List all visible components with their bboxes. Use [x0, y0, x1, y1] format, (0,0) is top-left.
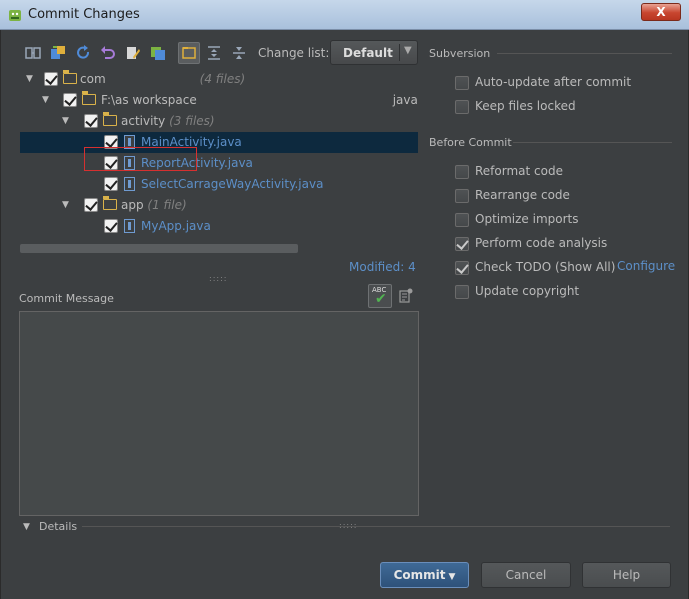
- tree-row-file[interactable]: MyApp.java: [20, 216, 418, 237]
- chevron-down-icon: ▼: [448, 572, 456, 582]
- tree-checkbox[interactable]: [44, 72, 58, 86]
- tree-label: app: [121, 198, 144, 212]
- option-label: Optimize imports: [475, 212, 579, 226]
- file-count: (1 file): [147, 198, 187, 212]
- java-file-icon: [124, 177, 135, 191]
- section-separator: [497, 53, 672, 54]
- edit-icon[interactable]: [124, 44, 142, 62]
- tree-row-file-selected[interactable]: MainActivity.java: [20, 132, 418, 153]
- commit-message-label: Commit Message: [19, 292, 114, 305]
- tree-checkbox[interactable]: [84, 114, 98, 128]
- subversion-section-title: Subversion: [429, 47, 491, 60]
- folder-icon: [103, 196, 117, 210]
- option-label: Auto-update after commit: [475, 75, 632, 89]
- file-count: (3 files): [169, 114, 215, 128]
- changelist-dropdown[interactable]: Default ▼: [330, 40, 418, 65]
- tree-label: activity: [121, 114, 166, 128]
- diff-icon[interactable]: [24, 44, 42, 62]
- checkbox-box[interactable]: [455, 261, 469, 275]
- details-splitter-grip[interactable]: :::::: [339, 521, 357, 530]
- title-bar: Commit Changes X: [0, 0, 689, 30]
- details-toggle[interactable]: Details: [39, 520, 77, 533]
- java-file-icon: [124, 219, 135, 233]
- before-commit-section-title: Before Commit: [429, 136, 512, 149]
- expand-arrow-icon[interactable]: ▼: [62, 116, 69, 126]
- module-folder-icon: [63, 70, 77, 84]
- folder-icon: [82, 91, 96, 105]
- checkbox-box[interactable]: [455, 165, 469, 179]
- spellcheck-icon: ✔: [375, 291, 387, 307]
- tree-checkbox[interactable]: [63, 93, 77, 107]
- cancel-button[interactable]: Cancel: [481, 562, 571, 588]
- checkbox-box[interactable]: [455, 285, 469, 299]
- section-separator: [513, 142, 672, 143]
- tree-row-root[interactable]: ▼ com (4 files): [20, 69, 418, 90]
- message-history-icon[interactable]: [399, 288, 413, 303]
- tree-checkbox[interactable]: [104, 219, 118, 233]
- group-by-directory-button[interactable]: [178, 42, 200, 64]
- tree-label: MyApp.java: [141, 219, 211, 233]
- configure-link[interactable]: Configure: [617, 259, 675, 273]
- option-label: Check TODO (Show All): [475, 260, 616, 274]
- horizontal-scrollbar[interactable]: [20, 244, 298, 253]
- tree-label: F:\as workspace: [101, 93, 197, 107]
- modified-count: Modified: 4: [349, 260, 416, 274]
- tree-label-suffix: java: [392, 93, 418, 107]
- collapse-all-icon[interactable]: [230, 44, 248, 62]
- checkbox-box[interactable]: [455, 237, 469, 251]
- collapse-arrow-icon[interactable]: ▼: [23, 522, 30, 532]
- tree-row-path[interactable]: ▼ F:\as workspace java: [20, 90, 418, 111]
- tree-checkbox[interactable]: [84, 198, 98, 212]
- tree-checkbox[interactable]: [104, 177, 118, 191]
- expand-arrow-icon[interactable]: ▼: [62, 200, 69, 210]
- tree-row-file[interactable]: SelectCarrageWayActivity.java: [20, 174, 418, 195]
- folder-icon: [103, 112, 117, 126]
- tree-row-activity[interactable]: ▼ activity (3 files): [20, 111, 418, 132]
- help-button[interactable]: Help: [582, 562, 671, 588]
- expand-all-icon[interactable]: [205, 44, 223, 62]
- file-count: (4 files): [199, 72, 246, 86]
- commit-button[interactable]: Commit ▼: [380, 562, 469, 588]
- dropdown-divider: [399, 44, 400, 61]
- checkbox-box[interactable]: [455, 76, 469, 90]
- move-icon[interactable]: [49, 44, 67, 62]
- changelist-value: Default: [343, 46, 393, 60]
- details-separator: [82, 526, 670, 527]
- option-label: Keep files locked: [475, 99, 576, 113]
- spellcheck-button[interactable]: ABC ✔: [368, 284, 392, 308]
- window-title: Commit Changes: [28, 7, 140, 22]
- tree-row-app[interactable]: ▼ app (1 file): [20, 195, 418, 216]
- option-label: Reformat code: [475, 164, 563, 178]
- changes-tree[interactable]: ▼ com (4 files) ▼ F:\as workspace java ▼ a…: [20, 67, 418, 253]
- expand-arrow-icon[interactable]: ▼: [42, 95, 49, 105]
- changelist-label: Change list:: [258, 46, 330, 60]
- option-label: Update copyright: [475, 284, 580, 298]
- commit-message-input[interactable]: [19, 311, 419, 516]
- highlight-box: [84, 147, 197, 171]
- tree-label: com: [80, 72, 106, 86]
- expand-arrow-icon[interactable]: ▼: [26, 74, 33, 84]
- splitter-grip[interactable]: :::::: [209, 274, 227, 283]
- history-icon[interactable]: [149, 44, 167, 62]
- tree-label: SelectCarrageWayActivity.java: [141, 177, 324, 191]
- option-label: Perform code analysis: [475, 236, 608, 250]
- refresh-icon[interactable]: [74, 44, 92, 62]
- option-label: Rearrange code: [475, 188, 570, 202]
- checkbox-box[interactable]: [455, 100, 469, 114]
- chevron-down-icon: ▼: [404, 45, 412, 56]
- rollback-icon[interactable]: [99, 44, 117, 62]
- commit-button-label: Commit: [393, 568, 446, 582]
- checkbox-box[interactable]: [455, 189, 469, 203]
- checkbox-box[interactable]: [455, 213, 469, 227]
- tree-row-file[interactable]: ReportActivity.java: [20, 153, 418, 174]
- android-studio-icon: [9, 10, 21, 21]
- close-button[interactable]: X: [641, 3, 681, 21]
- group-by-directory-icon: [182, 47, 196, 59]
